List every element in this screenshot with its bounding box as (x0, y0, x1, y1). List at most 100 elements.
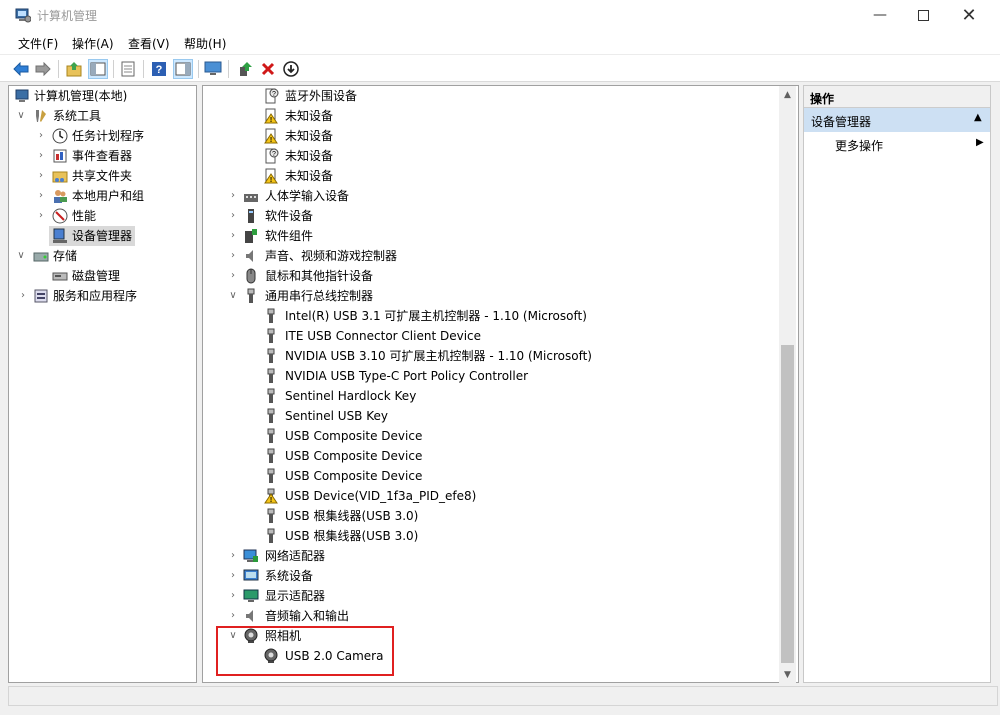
menu-help[interactable]: 帮助(H) (184, 35, 226, 52)
device-label: 音频输入和输出 (265, 609, 350, 623)
chevron-right-icon[interactable]: › (227, 606, 239, 626)
uninstall-button[interactable] (258, 59, 278, 79)
tree-item-services-apps[interactable]: › 服务和应用程序 (9, 286, 196, 306)
more-actions-item[interactable]: 更多操作 ▶ (804, 134, 990, 154)
chevron-down-icon[interactable]: ∨ (227, 286, 239, 306)
chevron-right-icon[interactable]: › (227, 566, 239, 586)
actions-pane: 操作 设备管理器 ▲ 更多操作 ▶ (803, 85, 991, 683)
chevron-right-icon[interactable]: › (227, 266, 239, 286)
maximize-button[interactable] (900, 0, 946, 30)
usb-plug-icon (267, 348, 275, 363)
audio-io-icon (246, 610, 253, 622)
highlight-box (216, 626, 394, 676)
chevron-right-icon[interactable]: › (227, 226, 239, 246)
tree-item-local-users[interactable]: › 本地用户和组 (9, 186, 196, 206)
update-driver-button[interactable] (235, 59, 255, 79)
back-arrow-icon (13, 62, 29, 76)
back-button[interactable] (11, 59, 31, 79)
performance-icon (52, 208, 68, 224)
collapse-up-icon[interactable]: ▲ (974, 112, 982, 123)
properties-button[interactable] (118, 59, 138, 79)
help-button[interactable]: ? (149, 59, 169, 79)
software-component-icon (245, 229, 257, 243)
tree-label: 计算机管理(本地) (34, 89, 128, 103)
tree-item-root[interactable]: 计算机管理(本地) (9, 86, 196, 106)
disable-device-button[interactable] (281, 59, 301, 79)
actions-section-label: 设备管理器 (811, 115, 872, 129)
chevron-right-icon[interactable]: › (227, 206, 239, 226)
tree-item-disk-management[interactable]: 磁盘管理 (9, 266, 196, 286)
menu-file[interactable]: 文件(F) (18, 35, 58, 52)
scrollbar-thumb[interactable] (781, 345, 794, 663)
close-icon: ✕ (961, 4, 977, 26)
device-label: 未知设备 (285, 149, 334, 163)
tree-item-storage[interactable]: ∨ 存储 (9, 246, 196, 266)
scroll-down-icon[interactable]: ▼ (779, 666, 796, 683)
system-device-icon (243, 569, 259, 581)
up-folder-icon (66, 62, 82, 77)
disk-icon (52, 272, 68, 281)
action-pane-button[interactable] (173, 59, 193, 79)
usb-warning-icon: ! (264, 488, 278, 504)
tree-item-event-viewer[interactable]: › 事件查看器 (9, 146, 196, 166)
menu-view[interactable]: 查看(V) (128, 35, 170, 52)
device-label: 显示适配器 (265, 589, 326, 603)
bluetooth-unknown-icon: ? (265, 88, 279, 104)
menu-action[interactable]: 操作(A) (72, 35, 114, 52)
tree-label: 性能 (72, 209, 97, 223)
title-bar: 计算机管理 — ✕ (0, 0, 1000, 30)
shared-folder-icon (52, 171, 68, 183)
usb-plug-icon (267, 368, 275, 383)
usb-plug-icon (267, 308, 275, 323)
chevron-right-icon[interactable]: › (227, 246, 239, 266)
device-label: 软件设备 (265, 209, 314, 223)
chevron-right-icon[interactable]: › (227, 586, 239, 606)
chevron-down-icon[interactable]: ∨ (15, 106, 27, 126)
chevron-right-icon[interactable]: › (227, 546, 239, 566)
chevron-right-icon[interactable]: › (35, 126, 47, 146)
close-button[interactable]: ✕ (946, 0, 992, 30)
chevron-down-icon[interactable]: ∨ (15, 246, 27, 266)
warning-device-icon: ! (264, 108, 278, 124)
usb-icon (247, 288, 255, 303)
tree-label: 共享文件夹 (72, 169, 133, 183)
device-label: 未知设备 (285, 169, 334, 183)
tree-item-performance[interactable]: › 性能 (9, 206, 196, 226)
disable-device-icon (283, 61, 299, 77)
device-label: USB 根集线器(USB 3.0) (285, 509, 419, 523)
device-label: 系统设备 (265, 569, 314, 583)
tree-item-device-manager[interactable]: 设备管理器 (49, 226, 135, 246)
device-label: 蓝牙外围设备 (285, 89, 358, 103)
computer-management-icon (15, 8, 31, 23)
up-button[interactable] (64, 59, 84, 79)
forward-button[interactable] (33, 59, 53, 79)
usb-plug-icon (267, 468, 275, 483)
device-tree: ? 蓝牙外围设备 ! 未知设备 ! 未知设备 ? 未知设备 ! 未知设备 › 人… (202, 85, 799, 683)
scroll-up-icon[interactable]: ▲ (779, 86, 796, 103)
minimize-button[interactable]: — (857, 0, 903, 30)
actions-section[interactable]: 设备管理器 ▲ (804, 108, 990, 132)
tree-item-shared-folders[interactable]: › 共享文件夹 (9, 166, 196, 186)
event-viewer-icon (53, 149, 67, 163)
tree-item-system-tools[interactable]: ∨ 系统工具 (9, 106, 196, 126)
vertical-scrollbar[interactable]: ▲ ▼ (779, 86, 796, 683)
tree-item-task-scheduler[interactable]: › 任务计划程序 (9, 126, 196, 146)
device-label: 声音、视频和游戏控制器 (265, 249, 398, 263)
window-title: 计算机管理 (37, 9, 98, 23)
minimize-icon: — (873, 7, 887, 23)
chevron-right-icon[interactable]: › (35, 206, 47, 226)
show-hide-tree-button[interactable] (88, 59, 108, 79)
device-manager-icon (53, 228, 67, 243)
device-label: NVIDIA USB Type-C Port Policy Controller (285, 369, 529, 383)
chevron-right-icon[interactable]: › (35, 166, 47, 186)
unknown-device-icon: ? (265, 148, 279, 164)
chevron-right-icon[interactable]: › (35, 146, 47, 166)
scan-hardware-button[interactable] (203, 59, 223, 79)
chevron-right-icon[interactable]: › (35, 186, 47, 206)
device-label: USB 根集线器(USB 3.0) (285, 529, 419, 543)
status-bar (8, 686, 998, 706)
chevron-right-icon[interactable]: › (17, 286, 29, 306)
tree-label: 磁盘管理 (72, 269, 121, 283)
chevron-right-icon[interactable]: › (227, 186, 239, 206)
tree-label: 服务和应用程序 (53, 289, 138, 303)
